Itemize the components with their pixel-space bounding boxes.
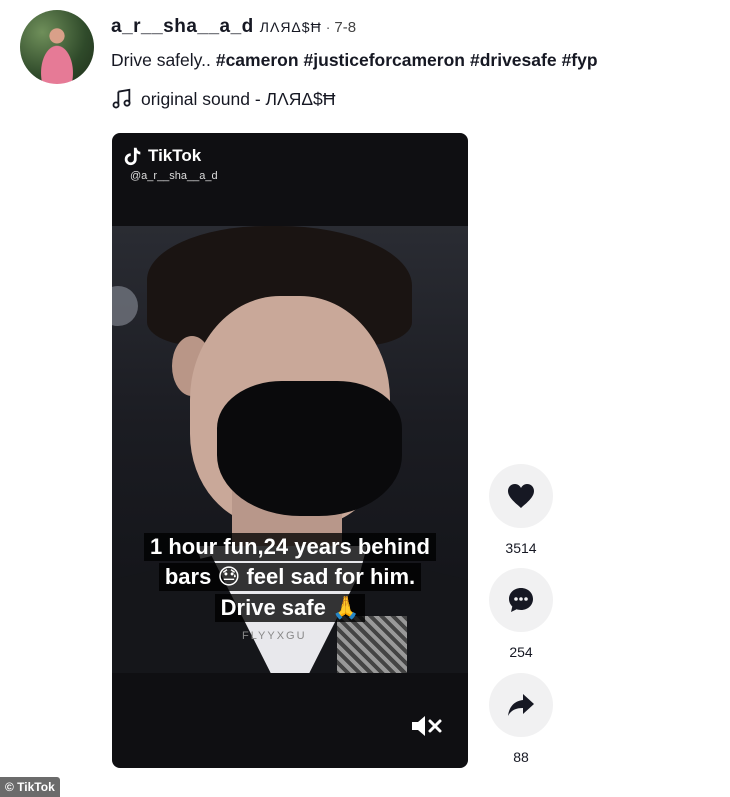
- heart-icon: [508, 484, 534, 508]
- sound-link[interactable]: original sound - ЛΛЯΔ$Ħ: [111, 88, 335, 110]
- video-player[interactable]: TikTok @a_r__sha__a_d 1 hour fun,24 year…: [112, 133, 468, 768]
- image-credit: © TikTok: [0, 777, 60, 797]
- subtitle-line: 1 hour fun,24 years behind: [112, 533, 468, 561]
- post-date: 7-8: [334, 19, 357, 36]
- share-arrow-icon: [508, 694, 534, 716]
- avatar[interactable]: [20, 10, 94, 84]
- comment-count: 254: [509, 644, 533, 660]
- tiktok-logo-icon: [124, 147, 141, 166]
- subtitle-line: bars 😓 feel sad for him.: [112, 563, 468, 591]
- hashtag-link[interactable]: #drivesafe: [470, 50, 557, 70]
- face-mask: [217, 381, 402, 516]
- comment-bubble-icon: [509, 588, 533, 612]
- overlay-watermark-text: FLYYXGU: [242, 630, 307, 642]
- sound-label: original sound - ЛΛЯΔ$Ħ: [141, 88, 336, 109]
- speaker-muted-icon[interactable]: [410, 713, 444, 739]
- watermark-username: @a_r__sha__a_d: [130, 170, 218, 182]
- like-action: 3514: [489, 464, 553, 556]
- comment-button[interactable]: [489, 568, 553, 632]
- watermark-brand: TikTok: [148, 146, 202, 165]
- hashtag-link[interactable]: #fyp: [562, 50, 598, 70]
- background-light: [112, 286, 138, 326]
- share-button[interactable]: [489, 673, 553, 737]
- hashtag-link[interactable]: #justiceforcameron: [304, 50, 465, 70]
- post-header: a_r__sha__a_d ЛΛЯΔ$Ħ · 7-8: [111, 16, 356, 38]
- music-note-icon: [112, 88, 131, 109]
- like-count: 3514: [505, 540, 537, 556]
- separator: ·: [325, 19, 331, 35]
- like-button[interactable]: [489, 464, 553, 528]
- share-action: 88: [489, 673, 553, 765]
- caption-text: Drive safely..: [111, 50, 211, 70]
- share-count: 88: [513, 749, 529, 765]
- comment-action: 254: [489, 568, 553, 660]
- hashtag-link[interactable]: #cameron: [216, 50, 299, 70]
- tie: [337, 616, 407, 673]
- subtitle-line: Drive safe 🙏: [112, 594, 468, 622]
- post-caption: Drive safely.. #cameron #justiceforcameron…: [111, 50, 598, 71]
- username[interactable]: a_r__sha__a_d: [111, 16, 254, 38]
- tiktok-watermark: TikTok @a_r__sha__a_d: [122, 145, 218, 182]
- nickname: ЛΛЯΔ$Ħ: [259, 19, 322, 35]
